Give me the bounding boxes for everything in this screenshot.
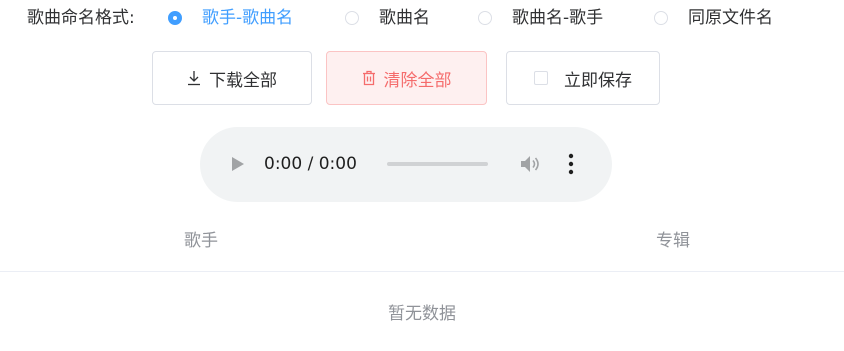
- radio-singer-song-dot[interactable]: [168, 11, 182, 25]
- radio-song-singer[interactable]: 歌曲名-歌手: [478, 6, 603, 30]
- save-now-checkbox[interactable]: [534, 71, 548, 85]
- save-now-label: 立即保存: [564, 70, 632, 91]
- download-icon: [187, 70, 201, 86]
- radio-original-filename[interactable]: 同原文件名: [654, 6, 773, 30]
- radio-original-filename-dot[interactable]: [654, 11, 668, 25]
- radio-song-singer-dot[interactable]: [478, 11, 492, 25]
- volume-icon[interactable]: [520, 154, 542, 178]
- radio-song-singer-label[interactable]: 歌曲名-歌手: [512, 6, 603, 30]
- download-all-label: 下载全部: [209, 70, 277, 91]
- audio-progress-slider[interactable]: [387, 162, 488, 166]
- radio-singer-song[interactable]: 歌手-歌曲名: [168, 6, 293, 30]
- radio-song-dot[interactable]: [345, 11, 359, 25]
- column-header-album[interactable]: 专辑: [656, 229, 690, 253]
- column-header-singer[interactable]: 歌手: [184, 229, 218, 253]
- save-now-checkbox-button[interactable]: 立即保存: [506, 51, 660, 105]
- radio-song[interactable]: 歌曲名: [345, 6, 430, 30]
- clear-all-button[interactable]: 清除全部: [326, 51, 487, 105]
- naming-format-label: 歌曲命名格式:: [27, 8, 135, 28]
- radio-singer-song-label[interactable]: 歌手-歌曲名: [202, 6, 293, 30]
- radio-song-label[interactable]: 歌曲名: [379, 6, 430, 30]
- table-empty-text: 暂无数据: [388, 304, 456, 324]
- trash-icon: [362, 70, 376, 86]
- play-icon[interactable]: [231, 156, 245, 176]
- audio-player: 0:00 / 0:00: [200, 127, 612, 202]
- audio-time: 0:00 / 0:00: [264, 154, 357, 174]
- radio-original-filename-label[interactable]: 同原文件名: [688, 6, 773, 30]
- naming-format-row: 歌曲命名格式: 歌手-歌曲名 歌曲名 歌曲名-歌手 同原文件名: [0, 0, 844, 36]
- table-header: 歌手 专辑: [0, 217, 844, 272]
- clear-all-label: 清除全部: [383, 70, 452, 91]
- more-vertical-icon[interactable]: [568, 153, 574, 179]
- download-all-button[interactable]: 下载全部: [152, 51, 312, 105]
